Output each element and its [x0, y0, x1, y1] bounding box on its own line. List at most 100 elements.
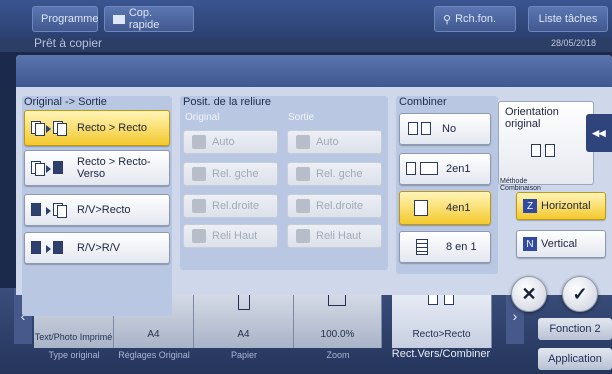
option-label: Reli Haut — [212, 230, 258, 242]
rch-fon-label: Rch.fon. — [455, 13, 497, 25]
fonction2-label: Fonction 2 — [549, 323, 601, 335]
combiner-no[interactable]: No — [399, 113, 491, 145]
option-label: Rel.droite — [212, 200, 260, 212]
cop-rapide-label: Cop. rapide — [128, 7, 160, 31]
option-label: Auto — [316, 136, 339, 148]
recto-verso-icon — [31, 160, 71, 176]
rv-recto-icon — [31, 202, 71, 218]
reliure-original-auto[interactable]: Auto — [183, 130, 278, 154]
search-icon: ⚲ — [443, 13, 452, 26]
programme-button[interactable]: Programme — [32, 6, 98, 32]
liste-taches-label: Liste tâches — [538, 13, 598, 25]
application-label: Application — [548, 353, 602, 365]
method-horizontal[interactable]: Z Horizontal — [516, 192, 606, 220]
top-bar: Programme Cop. rapide ⚲ Rch.fon. Liste t… — [0, 0, 612, 38]
reliure-original-label: Original — [185, 112, 220, 123]
reliure-original-gauche[interactable]: Rel. gche — [183, 162, 278, 186]
programme-label: Programme — [41, 13, 99, 25]
auto-icon — [192, 135, 206, 149]
auto-icon — [296, 135, 310, 149]
tile-value: A4 — [147, 329, 160, 340]
rv-rv-icon — [31, 240, 71, 256]
option-label: Reli Haut — [316, 230, 362, 242]
cop-rapide-button[interactable]: Cop. rapide — [104, 6, 194, 32]
option-rv-rv[interactable]: R/V>R/V — [24, 232, 170, 264]
option-rv-recto[interactable]: R/V>Recto — [24, 194, 170, 226]
tile-label: Zoom — [326, 350, 350, 360]
recto-recto-icon — [31, 120, 71, 136]
reliure-sortie-haut[interactable]: Reli Haut — [287, 224, 382, 248]
tile-label: Type original — [48, 350, 100, 360]
reliure-sortie-gauche[interactable]: Rel. gche — [287, 162, 382, 186]
reliure-original-droite[interactable]: Rel.droite — [183, 194, 278, 218]
option-label: Vertical — [541, 238, 578, 250]
group-title-original-sortie: Original -> Sortie — [24, 96, 107, 108]
combiner-8en1[interactable]: 8 en 1 — [399, 231, 491, 263]
option-label: R/V>R/V — [77, 242, 121, 254]
tile-label: Réglages Original — [118, 350, 190, 360]
option-label: Recto > Recto-Verso — [77, 156, 151, 180]
group-title-reliure: Posit. de la reliure — [183, 96, 272, 108]
binding-right-icon — [296, 199, 310, 213]
tile-value: Recto>Recto — [412, 329, 471, 340]
collapse-panel-button[interactable]: ◂◂ — [586, 114, 612, 152]
methode-combinaison-label: Méthode Combinaison — [500, 178, 541, 192]
application-button[interactable]: Application — [538, 348, 612, 370]
orientation-title: Orientation original — [505, 106, 559, 130]
tile-value: A4 — [237, 329, 250, 340]
option-label: No — [442, 123, 457, 135]
group-title-combiner: Combiner — [399, 96, 447, 108]
tile-label: Rect.Vers/Combiner — [391, 348, 491, 360]
binding-left-icon — [192, 167, 206, 181]
option-label: Auto — [212, 136, 235, 148]
fonction2-button[interactable]: Fonction 2 — [538, 318, 612, 340]
tile-label: Papier — [230, 350, 257, 360]
paper-icon — [238, 294, 250, 310]
option-label: 2en1 — [446, 163, 471, 175]
reliure-original-haut[interactable]: Reli Haut — [183, 224, 278, 248]
option-label: Horizontal — [541, 200, 591, 212]
combiner-2en1[interactable]: 2en1 — [399, 153, 491, 185]
tile-papier[interactable]: A4 — [194, 288, 294, 348]
option-label: Rel. gche — [316, 168, 363, 180]
vertical-icon: N — [523, 237, 537, 251]
status-date: 28/05/2018 — [550, 38, 596, 48]
checkmark-icon: ✓ — [572, 283, 588, 304]
option-label: Rel.droite — [316, 200, 364, 212]
option-recto-recto[interactable]: Recto > Recto — [24, 110, 170, 146]
no-combine-icon — [408, 122, 434, 136]
reliure-sortie-auto[interactable]: Auto — [287, 130, 382, 154]
ok-button[interactable]: ✓ — [562, 276, 598, 312]
binding-top-icon — [296, 229, 310, 243]
close-icon: ✕ — [521, 283, 537, 304]
tile-value: 100.0% — [320, 329, 355, 340]
orientation-original-button[interactable]: Orientation original — [498, 101, 594, 185]
status-strip: Prêt à copier 28/05/2018 — [0, 36, 612, 52]
eight-in-one-icon — [416, 239, 428, 255]
binding-top-icon — [192, 229, 206, 243]
panel-header — [16, 55, 612, 87]
method-vertical[interactable]: N Vertical — [516, 230, 606, 258]
option-label: R/V>Recto — [77, 204, 131, 216]
tile-zoom[interactable]: 100.0% — [294, 288, 382, 348]
two-in-one-icon — [406, 162, 442, 176]
zoom-icon — [328, 294, 346, 306]
liste-taches-button[interactable]: Liste tâches — [528, 6, 608, 32]
rch-fon-button[interactable]: ⚲ Rch.fon. — [434, 6, 516, 32]
binding-left-icon — [296, 167, 310, 181]
tile-value: Text/Photo Imprimé — [34, 332, 113, 342]
reliure-sortie-droite[interactable]: Rel.droite — [287, 194, 382, 218]
four-in-one-icon — [414, 200, 428, 216]
option-label: 8 en 1 — [446, 241, 477, 253]
combiner-4en1[interactable]: 4en1 — [399, 191, 491, 225]
status-title: Prêt à copier — [34, 36, 103, 50]
horizontal-icon: Z — [523, 199, 537, 213]
option-recto-recto-verso[interactable]: Recto > Recto-Verso — [24, 150, 170, 186]
reliure-sortie-label: Sortie — [288, 112, 315, 123]
copy-icon — [113, 14, 125, 24]
option-label: 4en1 — [446, 202, 471, 214]
binding-right-icon — [192, 199, 206, 213]
collapse-icon: ◂◂ — [592, 125, 606, 140]
cancel-button[interactable]: ✕ — [511, 276, 547, 312]
option-label: Rel. gche — [212, 168, 259, 180]
